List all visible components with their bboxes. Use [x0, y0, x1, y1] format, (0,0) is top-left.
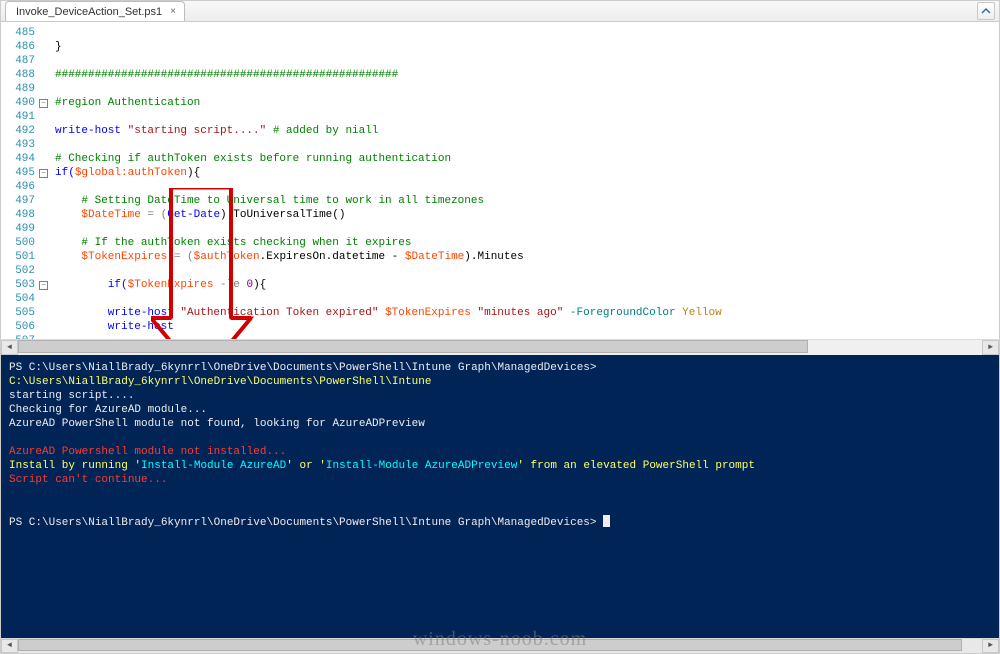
tab-title: Invoke_DeviceAction_Set.ps1 [16, 6, 162, 18]
chevron-up-icon[interactable] [977, 2, 995, 20]
console-horizontal-scrollbar[interactable]: ◄ ► [1, 638, 999, 653]
console-prompt: PS C:\Users\NiallBrady_6kynrrl\OneDrive\… [9, 362, 603, 374]
scroll-right-icon[interactable]: ► [982, 639, 999, 653]
ide-window: Invoke_DeviceAction_Set.ps1 × 485 486 48… [0, 0, 1000, 654]
scrollbar-track[interactable] [18, 639, 982, 653]
editor-horizontal-scrollbar[interactable]: ◄ ► [1, 339, 999, 355]
scroll-left-icon[interactable]: ◄ [1, 639, 18, 653]
code-editor[interactable]: 485 486 487 488 489 490 491 492 493 494 … [1, 22, 999, 339]
fold-minus-icon[interactable]: − [39, 99, 48, 108]
scrollbar-thumb[interactable] [18, 639, 962, 651]
error-line: Script can't continue... [9, 474, 167, 486]
console-prompt: PS C:\Users\NiallBrady_6kynrrl\OneDrive\… [9, 517, 603, 529]
line-number-gutter: 485 486 487 488 489 490 491 492 493 494 … [1, 22, 39, 339]
scroll-left-icon[interactable]: ◄ [1, 340, 18, 355]
file-tab[interactable]: Invoke_DeviceAction_Set.ps1 × [5, 1, 185, 21]
code-content[interactable]: } ######################################… [51, 22, 999, 339]
fold-gutter: − − − [39, 22, 51, 339]
fold-minus-icon[interactable]: − [39, 281, 48, 290]
scroll-right-icon[interactable]: ► [982, 340, 999, 355]
text-cursor [603, 515, 610, 527]
powershell-console[interactable]: PS C:\Users\NiallBrady_6kynrrl\OneDrive\… [1, 355, 999, 638]
fold-minus-icon[interactable]: − [39, 169, 48, 178]
tab-bar: Invoke_DeviceAction_Set.ps1 × [1, 1, 999, 22]
scrollbar-track[interactable] [18, 340, 982, 355]
scrollbar-thumb[interactable] [18, 340, 808, 353]
close-icon[interactable]: × [170, 6, 176, 17]
error-line: AzureAD Powershell module not installed.… [9, 446, 286, 458]
